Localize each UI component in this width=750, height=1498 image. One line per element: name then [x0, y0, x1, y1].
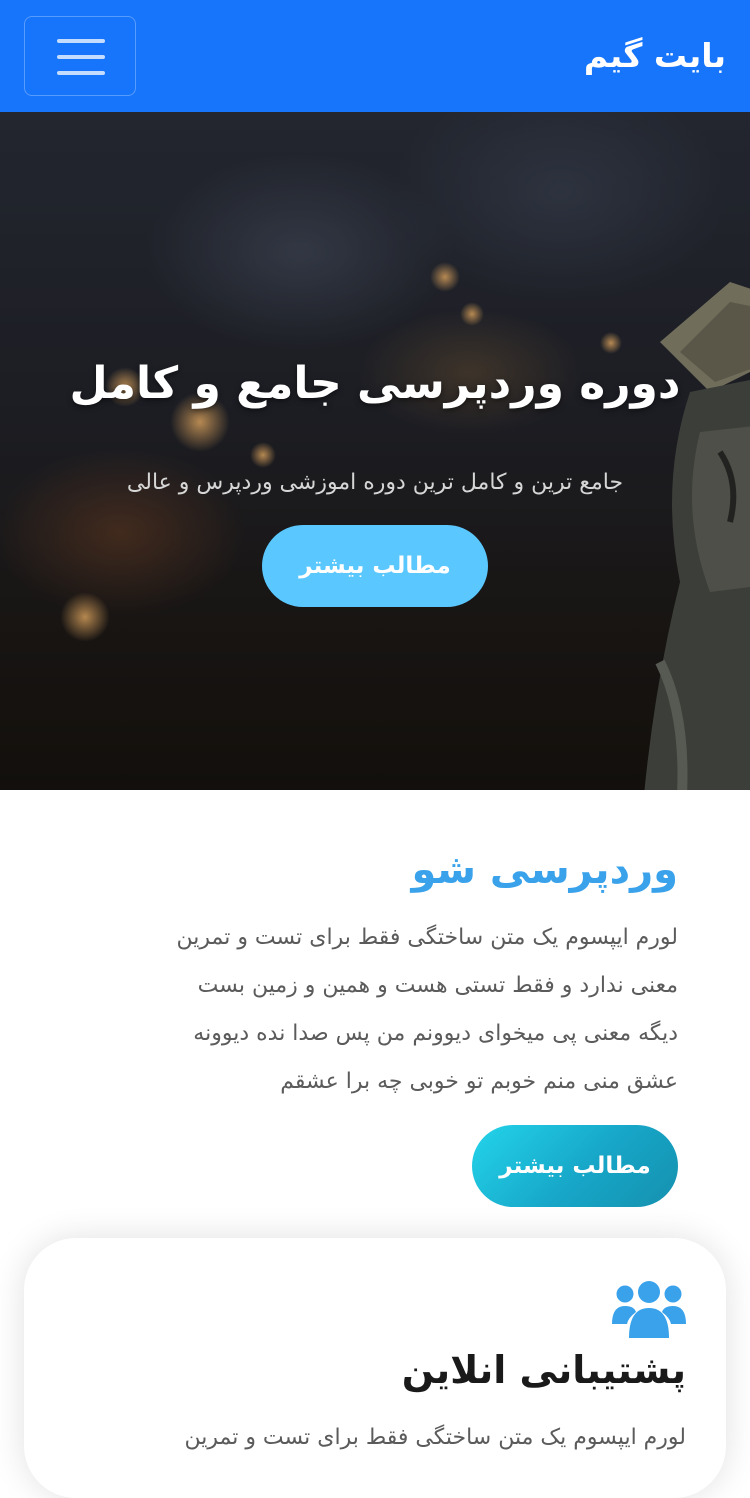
section-text-line: لورم ایپسوم یک متن ساختگی فقط برای تست و… [176, 925, 678, 950]
hero-subtitle: جامع ترین و کامل ترین دوره اموزشی وردپرس… [126, 470, 624, 495]
hero-more-button[interactable]: مطالب بیشتر [262, 525, 488, 607]
hamburger-menu-button[interactable] [24, 16, 136, 96]
hero-title: دوره وردپرسی جامع و کامل [69, 358, 681, 409]
users-group-icon [612, 1281, 686, 1338]
section-text-line: معنی ندارد و فقط تستی هست و همین و زمین … [197, 973, 678, 998]
section-text-line: عشق منی منم خوبم تو خوبی چه برا عشقم [280, 1069, 678, 1094]
top-navbar: بایت گیم [0, 0, 750, 112]
feature-card-online-support: پشتیبانی انلاین لورم ایپسوم یک متن ساختگ… [24, 1238, 726, 1498]
section-title: وردپرسی شو [411, 847, 678, 893]
hamburger-menu-icon [57, 55, 105, 59]
brand-logo-text[interactable]: بایت گیم [584, 34, 726, 78]
feature-card-title: پشتیبانی انلاین [401, 1348, 686, 1392]
section-more-button[interactable]: مطالب بیشتر [472, 1125, 678, 1207]
section-description: لورم ایپسوم یک متن ساختگی فقط برای تست و… [68, 914, 678, 1106]
section-text-line: دیگه معنی پی میخوای دیوونم من پس صدا نده… [193, 1021, 678, 1046]
hamburger-menu-icon [57, 39, 105, 43]
hamburger-menu-icon [57, 71, 105, 75]
feature-card-text: لورم ایپسوم یک متن ساختگی فقط برای تست و… [184, 1425, 686, 1450]
hero-banner: دوره وردپرسی جامع و کامل جامع ترین و کام… [0, 112, 750, 790]
